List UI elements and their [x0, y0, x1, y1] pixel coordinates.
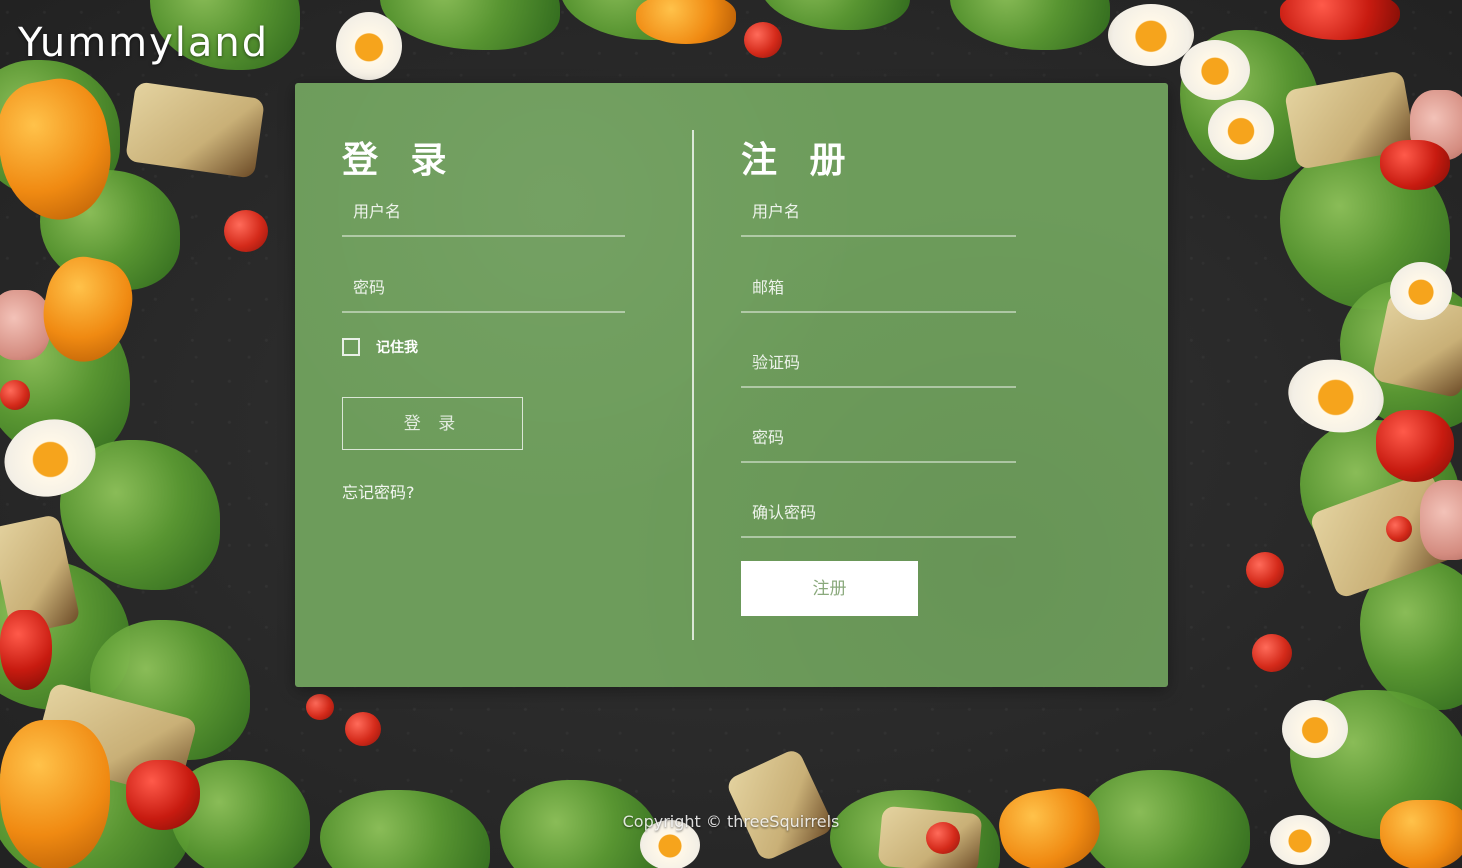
- register-title: 注 册: [741, 140, 856, 181]
- register-password-field: [741, 417, 1016, 463]
- auth-panel: 登 录 记住我 登 录 忘记密码? 注 册: [295, 83, 1168, 687]
- copyright-text: Copyright © threeSquirrels: [622, 812, 840, 831]
- register-code-field: [741, 342, 1016, 388]
- remember-me-row: 记住我: [342, 337, 418, 357]
- register-username-input[interactable]: [741, 191, 1016, 231]
- verification-code-input[interactable]: [741, 342, 1016, 382]
- login-password-input[interactable]: [342, 267, 625, 307]
- login-button[interactable]: 登 录: [342, 397, 523, 450]
- forgot-password-link[interactable]: 忘记密码?: [342, 479, 415, 503]
- remember-me-checkbox[interactable]: [342, 338, 360, 356]
- page: Yummyland 登 录 记住我 登 录 忘记密码? 注 册: [0, 0, 1462, 868]
- confirm-password-input[interactable]: [741, 492, 1016, 532]
- register-password-input[interactable]: [741, 417, 1016, 457]
- register-confirm-field: [741, 492, 1016, 538]
- login-password-field: [342, 267, 625, 313]
- register-email-field: [741, 267, 1016, 313]
- register-button[interactable]: 注册: [741, 561, 918, 616]
- register-email-input[interactable]: [741, 267, 1016, 307]
- login-username-input[interactable]: [342, 191, 625, 231]
- section-divider: [692, 130, 694, 640]
- login-username-field: [342, 191, 625, 237]
- login-title: 登 录: [342, 140, 457, 181]
- brand-logo: Yummyland: [18, 20, 270, 66]
- remember-me-label: 记住我: [376, 340, 418, 356]
- register-username-field: [741, 191, 1016, 237]
